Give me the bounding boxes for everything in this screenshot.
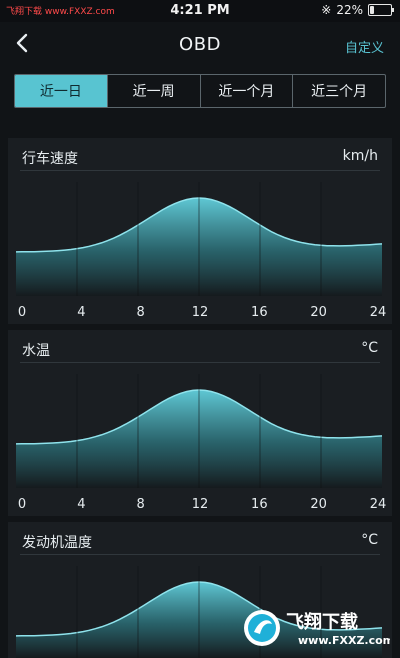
x-tick-label: 16: [251, 497, 268, 512]
x-tick-label: 20: [310, 305, 327, 320]
status-right: ※ 22%: [321, 3, 394, 17]
x-tick-label: 4: [77, 305, 85, 320]
x-tick-label: 4: [77, 497, 85, 512]
x-tick-label: 20: [310, 497, 327, 512]
bluetooth-icon: ※: [321, 3, 332, 17]
tab-month[interactable]: 近一个月: [201, 75, 294, 107]
x-tick-label: 24: [370, 305, 387, 320]
tab-day[interactable]: 近一日: [15, 75, 108, 107]
divider: [20, 362, 380, 363]
x-tick-label: 8: [137, 305, 145, 320]
chart-title: 水温: [22, 343, 50, 359]
chart-unit: °C: [361, 340, 378, 356]
watermark-logo: 飞翔下载 www.FXXZ.com: [244, 610, 390, 647]
x-tick-label: 8: [137, 497, 145, 512]
speed-chart-card: 行车速度 km/h 0 4 8 12 16 20 24: [8, 138, 392, 324]
x-tick-label: 24: [370, 497, 387, 512]
speed-chart: 0 4 8 12 16 20 24: [15, 182, 387, 320]
water-temp-chart-card: 水温 °C 0 4 8 12 16 20 24: [8, 330, 392, 516]
chart-unit: km/h: [342, 148, 378, 164]
divider: [20, 170, 380, 171]
watermark-brand: 飞翔下载: [286, 611, 358, 633]
x-tick-label: 0: [18, 497, 26, 512]
nav-bar: OBD 自定义: [0, 22, 400, 68]
x-tick-label: 16: [251, 305, 268, 320]
water-temp-chart: 0 4 8 12 16 20 24: [15, 374, 387, 512]
x-tick-label: 12: [192, 305, 209, 320]
chart-title: 行车速度: [22, 151, 78, 167]
tab-three-months[interactable]: 近三个月: [293, 75, 385, 107]
chart-unit: °C: [361, 532, 378, 548]
status-bar: 飞翔下载 www.FXXZ.com 4:21 PM ※ 22%: [0, 0, 400, 22]
x-tick-label: 0: [18, 305, 26, 320]
watermark-url: www.FXXZ.com: [298, 634, 390, 647]
tab-week[interactable]: 近一周: [108, 75, 201, 107]
custom-button[interactable]: 自定义: [345, 37, 384, 56]
x-tick-label: 12: [192, 497, 209, 512]
battery-icon: [368, 4, 394, 16]
time-range-tabs: 近一日 近一周 近一个月 近三个月: [14, 74, 386, 108]
battery-percent: 22%: [336, 3, 363, 17]
chart-title: 发动机温度: [22, 535, 92, 551]
page-title: OBD: [179, 34, 221, 55]
divider: [20, 554, 380, 555]
